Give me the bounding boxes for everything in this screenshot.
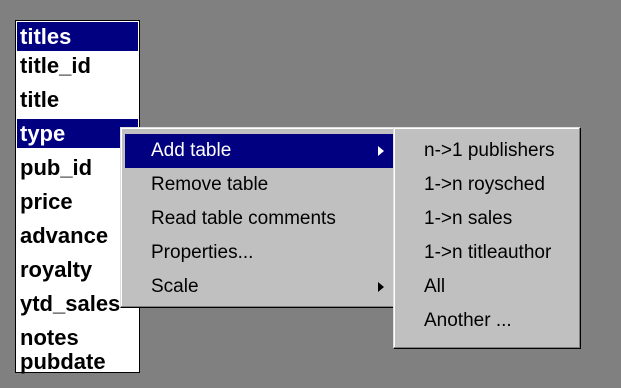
menu-item-label: Add table — [151, 140, 232, 161]
submenu-item-another[interactable]: Another ... — [398, 304, 576, 338]
menu-item-properties[interactable]: Properties... — [125, 236, 396, 270]
submenu-item-roysched[interactable]: 1->n roysched — [398, 168, 576, 202]
menu-item-read-table-comments[interactable]: Read table comments — [125, 202, 396, 236]
column-pubdate[interactable]: pubdate — [17, 347, 138, 376]
table-title-header[interactable]: titles — [17, 22, 138, 51]
submenu-item-titleauthor[interactable]: 1->n titleauthor — [398, 236, 576, 270]
submenu-arrow-icon — [378, 282, 384, 292]
column-title_id[interactable]: title_id — [17, 51, 138, 80]
submenu-arrow-icon — [378, 146, 384, 156]
submenu-item-all[interactable]: All — [398, 270, 576, 304]
context-menu: Add table Remove table Read table commen… — [120, 127, 401, 308]
add-table-submenu: n->1 publishers 1->n roysched 1->n sales… — [393, 127, 581, 349]
column-title[interactable]: title — [17, 85, 138, 114]
menu-item-label: Scale — [151, 276, 199, 297]
submenu-item-publishers[interactable]: n->1 publishers — [398, 134, 576, 168]
menu-item-remove-table[interactable]: Remove table — [125, 168, 396, 202]
submenu-item-sales[interactable]: 1->n sales — [398, 202, 576, 236]
menu-item-add-table[interactable]: Add table — [125, 134, 396, 168]
menu-item-scale[interactable]: Scale — [125, 270, 396, 304]
